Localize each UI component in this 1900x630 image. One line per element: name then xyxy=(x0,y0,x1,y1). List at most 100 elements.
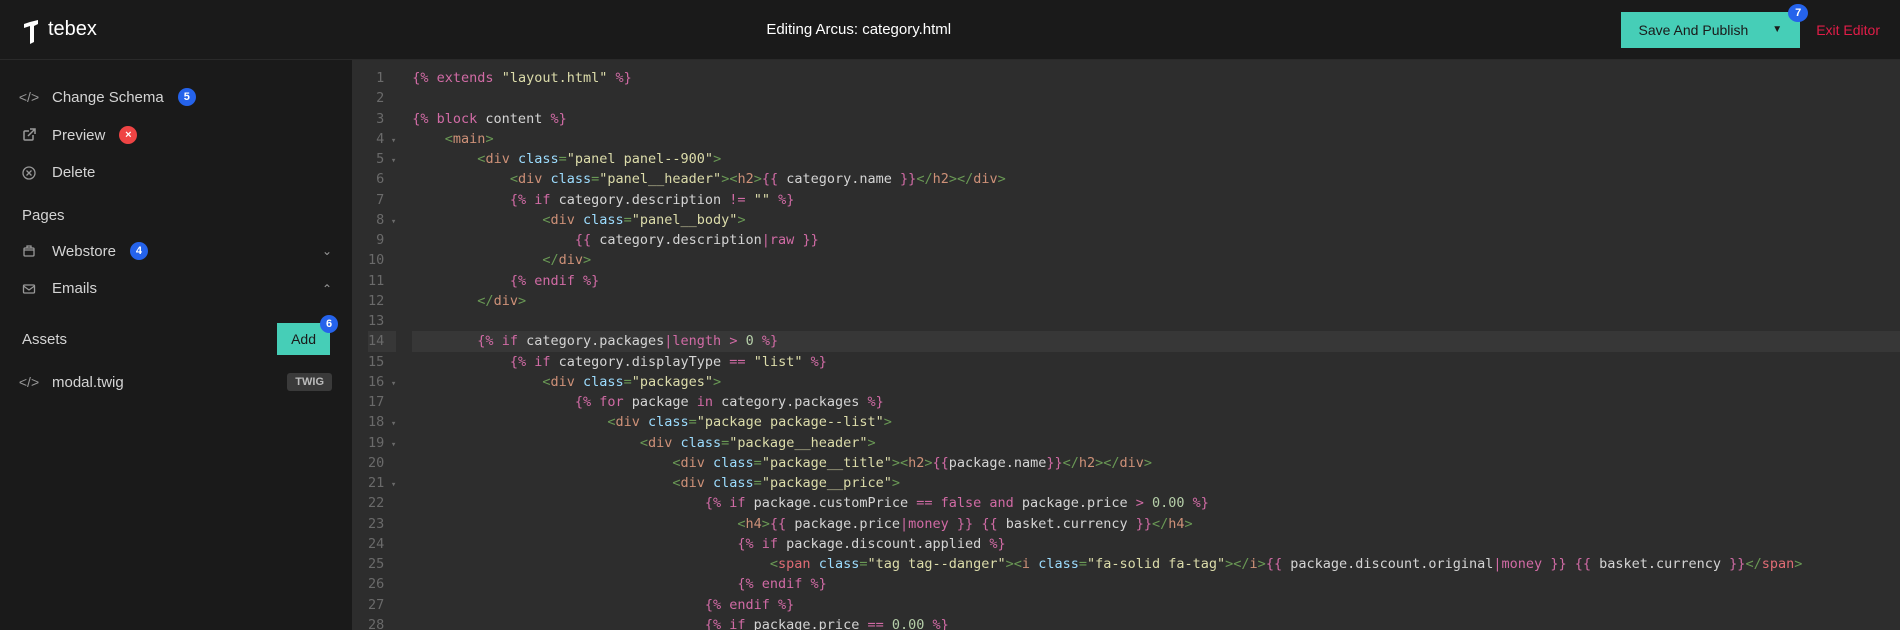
schema-badge: 5 xyxy=(178,88,196,106)
code-line[interactable]: {% if category.displayType == "list" %} xyxy=(412,352,1900,372)
line-number: 14 xyxy=(368,331,396,351)
delete-icon xyxy=(20,166,38,180)
code-line[interactable]: {% extends "layout.html" %} xyxy=(412,68,1900,88)
code-line[interactable]: {% endif %} xyxy=(412,271,1900,291)
line-number: 3 xyxy=(368,109,396,129)
code-line[interactable]: <div class="panel__body"> xyxy=(412,210,1900,230)
code-icon: </> xyxy=(20,374,38,390)
code-area[interactable]: {% extends "layout.html" %} {% block cont… xyxy=(406,60,1900,630)
line-number: 8▾ xyxy=(368,210,396,230)
chevron-down-icon: ▼ xyxy=(1772,24,1782,35)
code-line[interactable]: <div class="package__header"> xyxy=(412,433,1900,453)
line-number: 13 xyxy=(368,311,396,331)
code-icon: </> xyxy=(20,89,38,105)
header-actions: Save And Publish ▼ 7 Exit Editor xyxy=(1621,12,1880,48)
page-title: Editing Arcus: category.html xyxy=(97,21,1621,38)
line-number: 18▾ xyxy=(368,412,396,432)
line-number: 10 xyxy=(368,250,396,270)
save-badge: 7 xyxy=(1788,4,1808,22)
add-badge: 6 xyxy=(320,315,338,333)
line-number: 12 xyxy=(368,291,396,311)
code-editor[interactable]: 1 2 3 4▾5▾6 7 8▾9 10 11 12 13 14 15 16▾1… xyxy=(352,60,1900,630)
tebex-icon xyxy=(20,16,40,44)
sidebar-emails[interactable]: Emails ⌃ xyxy=(0,270,352,307)
code-line[interactable]: {% if package.discount.applied %} xyxy=(412,534,1900,554)
sidebar-preview[interactable]: Preview × xyxy=(0,116,352,154)
store-icon xyxy=(20,244,38,258)
sidebar-item-label: Delete xyxy=(52,164,95,181)
sidebar-item-label: Emails xyxy=(52,280,97,297)
webstore-badge: 4 xyxy=(130,242,148,260)
code-line[interactable]: {% endif %} xyxy=(412,574,1900,594)
mail-icon xyxy=(20,282,38,296)
brand-logo[interactable]: tebex xyxy=(20,16,97,44)
code-line[interactable]: <div class="panel panel--900"> xyxy=(412,149,1900,169)
line-number: 17 xyxy=(368,392,396,412)
line-number: 6 xyxy=(368,169,396,189)
line-number: 24 xyxy=(368,534,396,554)
save-publish-button[interactable]: Save And Publish ▼ 7 xyxy=(1621,12,1801,48)
code-line[interactable]: <h4>{{ package.price|money }} {{ basket.… xyxy=(412,514,1900,534)
chevron-down-icon: ⌄ xyxy=(322,244,332,258)
sidebar-item-label: Preview xyxy=(52,127,105,144)
brand-name: tebex xyxy=(48,18,97,41)
external-link-icon xyxy=(20,128,38,142)
sidebar-delete[interactable]: Delete xyxy=(0,154,352,191)
add-label: Add xyxy=(291,331,316,347)
line-number: 7 xyxy=(368,190,396,210)
line-number: 22 xyxy=(368,493,396,513)
assets-heading-label: Assets xyxy=(22,331,67,348)
line-number: 2 xyxy=(368,88,396,108)
code-line[interactable]: <div class="panel__header"><h2>{{ catego… xyxy=(412,169,1900,189)
sidebar: </> Change Schema 5 Preview × Delete Pag… xyxy=(0,60,352,630)
twig-badge: TWIG xyxy=(287,373,332,391)
sidebar-item-label: Webstore xyxy=(52,243,116,260)
line-number: 5▾ xyxy=(368,149,396,169)
line-number: 20 xyxy=(368,453,396,473)
code-line[interactable]: {% block content %} xyxy=(412,109,1900,129)
header: tebex Editing Arcus: category.html Save … xyxy=(0,0,1900,60)
code-line[interactable]: {{ category.description|raw }} xyxy=(412,230,1900,250)
code-line[interactable]: </div> xyxy=(412,291,1900,311)
code-line[interactable]: </div> xyxy=(412,250,1900,270)
code-line[interactable]: <div class="package__title"><h2>{{packag… xyxy=(412,453,1900,473)
line-number: 25 xyxy=(368,554,396,574)
code-line[interactable]: {% if package.customPrice == false and p… xyxy=(412,493,1900,513)
assets-heading: Assets Add 6 xyxy=(0,307,352,363)
code-line[interactable] xyxy=(412,311,1900,331)
code-line[interactable]: {% endif %} xyxy=(412,595,1900,615)
line-number: 23 xyxy=(368,514,396,534)
exit-editor-link[interactable]: Exit Editor xyxy=(1816,22,1880,38)
code-line[interactable]: {% for package in category.packages %} xyxy=(412,392,1900,412)
line-number: 27 xyxy=(368,595,396,615)
line-gutter: 1 2 3 4▾5▾6 7 8▾9 10 11 12 13 14 15 16▾1… xyxy=(352,60,406,630)
add-asset-button[interactable]: Add 6 xyxy=(277,323,330,355)
sidebar-item-label: modal.twig xyxy=(52,374,124,391)
line-number: 11 xyxy=(368,271,396,291)
line-number: 4▾ xyxy=(368,129,396,149)
line-number: 28 xyxy=(368,615,396,630)
code-line[interactable] xyxy=(412,88,1900,108)
sidebar-change-schema[interactable]: </> Change Schema 5 xyxy=(0,78,352,116)
code-line[interactable]: {% if package.price == 0.00 %} xyxy=(412,615,1900,630)
sidebar-asset-item[interactable]: </> modal.twig TWIG xyxy=(0,363,352,401)
main: </> Change Schema 5 Preview × Delete Pag… xyxy=(0,60,1900,630)
line-number: 9 xyxy=(368,230,396,250)
line-number: 19▾ xyxy=(368,433,396,453)
sidebar-item-label: Change Schema xyxy=(52,89,164,106)
code-line[interactable]: <main> xyxy=(412,129,1900,149)
line-number: 21▾ xyxy=(368,473,396,493)
code-line[interactable]: <div class="package package--list"> xyxy=(412,412,1900,432)
code-line[interactable]: <div class="packages"> xyxy=(412,372,1900,392)
save-label: Save And Publish xyxy=(1639,22,1749,38)
chevron-up-icon: ⌃ xyxy=(322,282,332,296)
line-number: 1 xyxy=(368,68,396,88)
code-line[interactable]: {% if category.packages|length > 0 %} xyxy=(412,331,1900,351)
line-number: 15 xyxy=(368,352,396,372)
code-line[interactable]: <div class="package__price"> xyxy=(412,473,1900,493)
line-number: 16▾ xyxy=(368,372,396,392)
code-line[interactable]: {% if category.description != "" %} xyxy=(412,190,1900,210)
sidebar-webstore[interactable]: Webstore 4 ⌄ xyxy=(0,232,352,270)
code-line[interactable]: <span class="tag tag--danger"><i class="… xyxy=(412,554,1900,574)
pages-heading: Pages xyxy=(0,191,352,232)
